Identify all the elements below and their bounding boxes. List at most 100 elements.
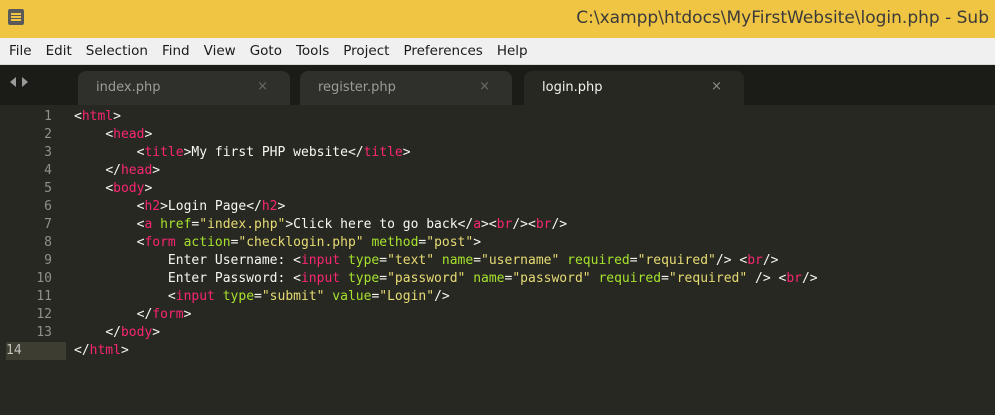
code-token: input bbox=[300, 253, 341, 268]
code-line[interactable]: <title>My first PHP website</title> bbox=[74, 144, 411, 162]
tab-login-php[interactable]: login.php × bbox=[524, 71, 744, 105]
title-bar: C:\xampp\htdocs\MyFirstWebsite\login.php… bbox=[0, 0, 995, 38]
line-number: 12 bbox=[36, 307, 52, 322]
code-line[interactable]: <body> bbox=[74, 180, 152, 198]
close-icon[interactable]: × bbox=[257, 79, 268, 94]
code-token: br bbox=[496, 217, 513, 232]
code-token: = bbox=[254, 289, 262, 304]
code-editor[interactable]: 1 2 3 4 5 6 7 8 9 10 11 12 13 14 <html> <head> <titl… bbox=[0, 105, 995, 415]
code-token: head bbox=[113, 127, 145, 142]
line-number: 14 bbox=[6, 342, 66, 360]
line-number: 2 bbox=[44, 127, 52, 142]
code-token: /> bbox=[762, 253, 779, 268]
code-token: body bbox=[113, 181, 145, 196]
close-icon[interactable]: × bbox=[711, 79, 722, 94]
code-token: > bbox=[402, 145, 411, 160]
code-token: "username" bbox=[481, 253, 560, 268]
line-number: 13 bbox=[36, 325, 52, 340]
code-token: br bbox=[786, 271, 802, 286]
code-token: >My first PHP website</ bbox=[183, 145, 364, 160]
code-line[interactable]: </html> bbox=[74, 342, 129, 360]
line-number: 4 bbox=[44, 163, 52, 178]
code-token: > bbox=[144, 127, 153, 142]
line-number: 8 bbox=[44, 235, 52, 250]
code-token: input bbox=[175, 289, 215, 304]
menu-preferences[interactable]: Preferences bbox=[396, 38, 489, 64]
code-token: /> bbox=[801, 271, 818, 286]
code-token: >< bbox=[481, 217, 497, 232]
code-token: name bbox=[465, 271, 505, 286]
code-token: "password" bbox=[512, 271, 591, 286]
code-token: "checklogin.php" bbox=[238, 235, 364, 250]
line-number: 9 bbox=[44, 253, 52, 268]
code-line[interactable]: </form> bbox=[74, 306, 192, 324]
code-line[interactable]: <h2>Login Page</h2> bbox=[74, 198, 286, 216]
code-token: /> bbox=[434, 289, 450, 304]
code-token: h2 bbox=[261, 199, 278, 214]
tab-register-php[interactable]: register.php × bbox=[300, 71, 512, 105]
line-number-gutter: 1 2 3 4 5 6 7 8 9 10 11 12 13 14 bbox=[0, 105, 68, 415]
code-token: > bbox=[152, 325, 161, 340]
code-token: Enter Username: bbox=[74, 253, 294, 268]
code-token: h2 bbox=[144, 199, 161, 214]
code-token: "text" bbox=[387, 253, 435, 268]
menu-view[interactable]: View bbox=[197, 38, 243, 64]
tab-label: login.php bbox=[542, 80, 603, 95]
code-line[interactable]: <html> bbox=[74, 108, 121, 126]
code-token: name bbox=[434, 253, 474, 268]
code-token: "submit" bbox=[261, 289, 325, 304]
code-token: > bbox=[113, 109, 121, 124]
menu-project[interactable]: Project bbox=[336, 38, 396, 64]
code-line[interactable]: Enter Username: <input type="text" name=… bbox=[74, 252, 779, 270]
code-line[interactable]: <form action="checklogin.php" method="po… bbox=[74, 234, 481, 252]
code-token: Enter Password: bbox=[74, 271, 294, 286]
code-line[interactable]: </body> bbox=[74, 324, 160, 342]
code-token: </ bbox=[74, 343, 90, 358]
code-token: < bbox=[293, 253, 301, 268]
code-line[interactable]: </head> bbox=[74, 162, 160, 180]
code-line[interactable]: Enter Password: <input type="password" n… bbox=[74, 270, 818, 288]
code-line[interactable]: <head> bbox=[74, 126, 152, 144]
menu-edit[interactable]: Edit bbox=[39, 38, 79, 64]
code-token: "required" bbox=[637, 253, 716, 268]
code-token: html bbox=[81, 109, 114, 124]
menu-selection[interactable]: Selection bbox=[79, 38, 155, 64]
close-icon[interactable]: × bbox=[479, 79, 490, 94]
code-token: > bbox=[183, 307, 192, 322]
menu-file[interactable]: File bbox=[2, 38, 39, 64]
menu-goto[interactable]: Goto bbox=[243, 38, 289, 64]
code-token: = bbox=[661, 271, 669, 286]
code-line[interactable]: <a href="index.php">Click here to go bac… bbox=[74, 216, 568, 234]
code-token: href bbox=[152, 217, 192, 232]
code-token: form bbox=[152, 307, 184, 322]
code-token: type bbox=[340, 271, 380, 286]
code-token: required bbox=[559, 253, 630, 268]
line-number: 3 bbox=[44, 145, 52, 160]
code-token: /> bbox=[551, 217, 568, 232]
arrow-left-icon[interactable] bbox=[10, 77, 16, 87]
code-token: > bbox=[144, 181, 153, 196]
line-number: 6 bbox=[44, 199, 52, 214]
code-token: html bbox=[89, 343, 121, 358]
code-token: > bbox=[277, 199, 286, 214]
menu-help[interactable]: Help bbox=[490, 38, 535, 64]
tab-index-php[interactable]: index.php × bbox=[78, 71, 290, 105]
code-token: "post" bbox=[426, 235, 474, 250]
code-line[interactable]: <input type="submit" value="Login"/> bbox=[74, 288, 450, 306]
code-token: > bbox=[120, 343, 129, 358]
menu-tools[interactable]: Tools bbox=[289, 38, 336, 64]
code-token: < bbox=[167, 289, 176, 304]
code-token: method bbox=[363, 235, 419, 250]
code-token: required bbox=[590, 271, 662, 286]
menu-find[interactable]: Find bbox=[155, 38, 197, 64]
code-token: > bbox=[473, 235, 482, 250]
arrow-right-icon[interactable] bbox=[22, 77, 28, 87]
code-token: = bbox=[379, 271, 388, 286]
code-token: </ bbox=[105, 325, 121, 340]
